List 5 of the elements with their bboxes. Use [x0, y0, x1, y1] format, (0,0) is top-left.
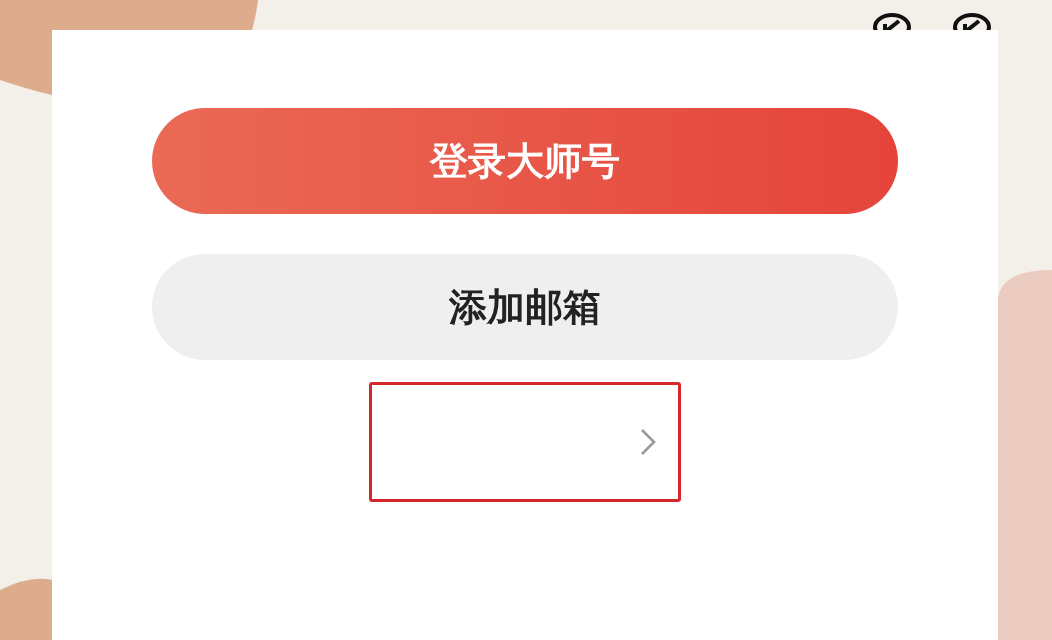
add-email-button[interactable]: 添加邮箱: [152, 254, 898, 360]
bottom-blob-shape: [0, 578, 52, 640]
entry-row[interactable]: [369, 382, 681, 502]
chevron-right-icon: [638, 427, 658, 457]
login-button[interactable]: 登录大师号: [152, 108, 898, 214]
